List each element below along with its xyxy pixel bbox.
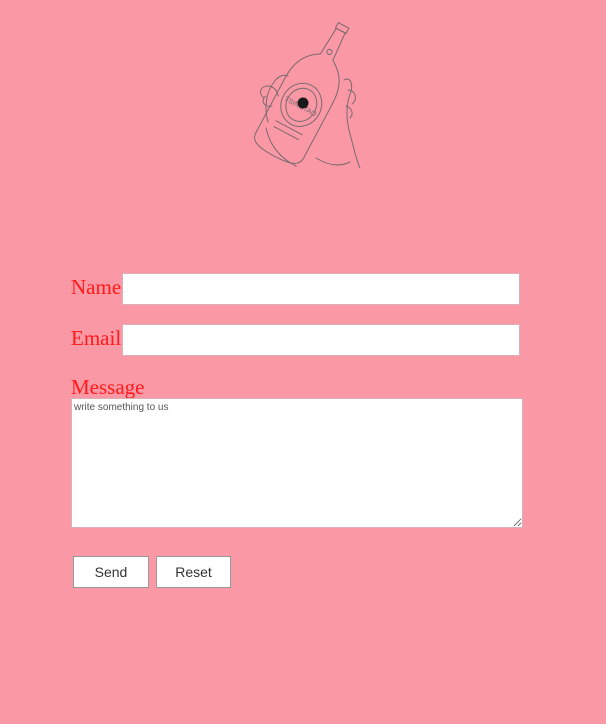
message-label: Message	[71, 375, 145, 399]
name-label: Name	[71, 275, 122, 299]
message-textarea[interactable]	[71, 398, 523, 528]
reset-button[interactable]: Reset	[156, 556, 231, 588]
email-label: Email	[71, 326, 122, 350]
send-button[interactable]: Send	[73, 556, 149, 588]
hand-holding-bottle-icon: TSINGTAO	[246, 10, 366, 182]
name-input[interactable]	[122, 273, 520, 305]
email-input[interactable]	[122, 324, 520, 356]
